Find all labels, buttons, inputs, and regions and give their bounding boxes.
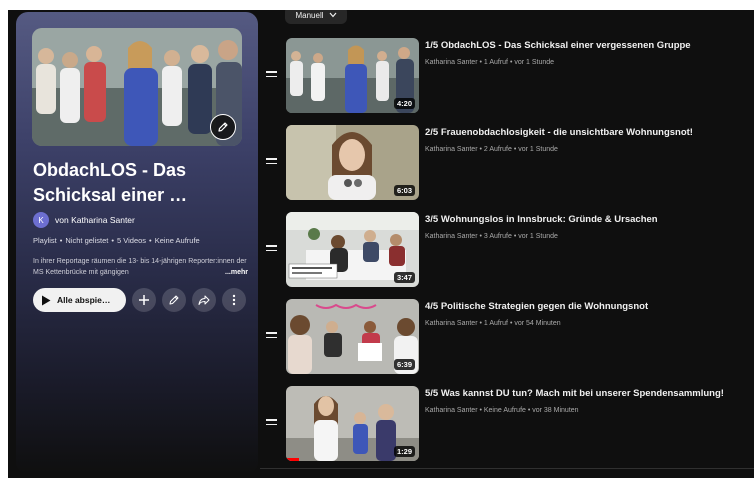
edit-button[interactable] — [162, 288, 186, 312]
duration-badge: 6:39 — [393, 359, 415, 370]
list-item[interactable]: 3:47 3/5 Wohnungslos in Innsbruck: Gründ… — [260, 212, 754, 292]
meta-views: Keine Aufrufe — [154, 236, 200, 245]
video-title[interactable]: 3/5 Wohnungslos in Innsbruck: Gründe & U… — [425, 214, 754, 225]
video-meta: Katharina Santer • 2 Aufrufe • vor 1 Stu… — [425, 146, 558, 153]
video-meta: Katharina Santer • 1 Aufruf • vor 1 Stun… — [425, 59, 555, 66]
sort-dropdown[interactable]: Manuell — [285, 10, 347, 24]
playlist-description: In ihrer Reportage räumen die 13- bis 14… — [33, 256, 248, 278]
description-text: In ihrer Reportage räumen die 13- bis 14… — [33, 258, 247, 276]
drag-handle-icon[interactable] — [266, 419, 277, 426]
meta-separator: • — [149, 236, 152, 245]
meta-type: Playlist — [33, 236, 57, 245]
playlist-owner[interactable]: K von Katharina Santer — [33, 212, 135, 228]
duration-badge: 6:03 — [393, 185, 415, 196]
video-meta: Katharina Santer • 3 Aufrufe • vor 1 Stu… — [425, 233, 558, 240]
video-thumbnail[interactable]: 6:03 — [286, 125, 419, 200]
playlist-actions: Alle abspie… — [33, 288, 246, 312]
meta-visibility: Nicht gelistet — [65, 236, 109, 245]
share-icon — [198, 294, 210, 306]
owner-name[interactable]: von Katharina Santer — [55, 215, 135, 225]
edit-thumbnail-button[interactable] — [210, 114, 236, 140]
more-vert-icon — [228, 294, 240, 306]
video-title[interactable]: 2/5 Frauenobdachlosigkeit - die unsichtb… — [425, 127, 754, 138]
pencil-icon — [217, 121, 229, 133]
play-all-label: Alle abspie… — [57, 295, 111, 305]
sort-label: Manuell — [295, 10, 324, 20]
watch-progress-bar — [286, 458, 300, 461]
video-meta: Katharina Santer • Keine Aufrufe • vor 3… — [425, 407, 579, 414]
video-title[interactable]: 5/5 Was kannst DU tun? Mach mit bei unse… — [425, 388, 754, 399]
more-link[interactable]: ...mehr — [225, 267, 248, 278]
video-thumbnail[interactable]: 1:29 — [286, 386, 419, 461]
video-thumbnail[interactable]: 6:39 — [286, 299, 419, 374]
video-title[interactable]: 1/5 ObdachLOS - Das Schicksal einer verg… — [425, 40, 754, 51]
meta-separator: • — [111, 236, 114, 245]
meta-separator: • — [59, 236, 63, 245]
drag-handle-icon[interactable] — [266, 332, 277, 339]
playlist-title: ObdachLOS - Das Schicksal einer … — [33, 160, 188, 205]
video-meta: Katharina Santer • 1 Aufruf • vor 54 Min… — [425, 320, 561, 327]
video-title[interactable]: 4/5 Politische Strategien gegen die Wohn… — [425, 301, 754, 312]
video-thumbnail[interactable]: 4:20 — [286, 38, 419, 113]
avatar[interactable]: K — [33, 212, 49, 228]
duration-badge: 1:29 — [393, 446, 415, 457]
chevron-down-icon — [329, 12, 337, 18]
youtube-playlist-page: ObdachLOS - Das Schicksal einer … K von … — [8, 10, 754, 478]
share-button[interactable] — [192, 288, 216, 312]
more-actions-button[interactable] — [222, 288, 246, 312]
play-all-button[interactable]: Alle abspie… — [33, 288, 126, 312]
add-button[interactable] — [132, 288, 156, 312]
drag-handle-icon[interactable] — [266, 245, 277, 252]
play-icon — [41, 295, 51, 306]
list-item[interactable]: 1:29 5/5 Was kannst DU tun? Mach mit bei… — [260, 386, 754, 466]
video-thumbnail[interactable]: 3:47 — [286, 212, 419, 287]
drag-handle-icon[interactable] — [266, 158, 277, 165]
playlist-thumbnail[interactable] — [32, 28, 242, 146]
duration-badge: 4:20 — [393, 98, 415, 109]
list-item[interactable]: 4:20 1/5 ObdachLOS - Das Schicksal einer… — [260, 38, 754, 118]
playlist-header-panel: ObdachLOS - Das Schicksal einer … K von … — [16, 12, 258, 474]
pencil-icon — [168, 294, 180, 306]
drag-handle-icon[interactable] — [266, 71, 277, 78]
duration-badge: 3:47 — [393, 272, 415, 283]
list-item[interactable]: 6:03 2/5 Frauenobdachlosigkeit - die uns… — [260, 125, 754, 205]
list-item[interactable]: 6:39 4/5 Politische Strategien gegen die… — [260, 299, 754, 379]
plus-icon — [138, 294, 150, 306]
list-divider — [260, 468, 754, 469]
playlist-meta: Playlist • Nicht gelistet • 5 Videos • Kein… — [33, 236, 200, 245]
meta-video-count: 5 Videos — [116, 236, 147, 245]
